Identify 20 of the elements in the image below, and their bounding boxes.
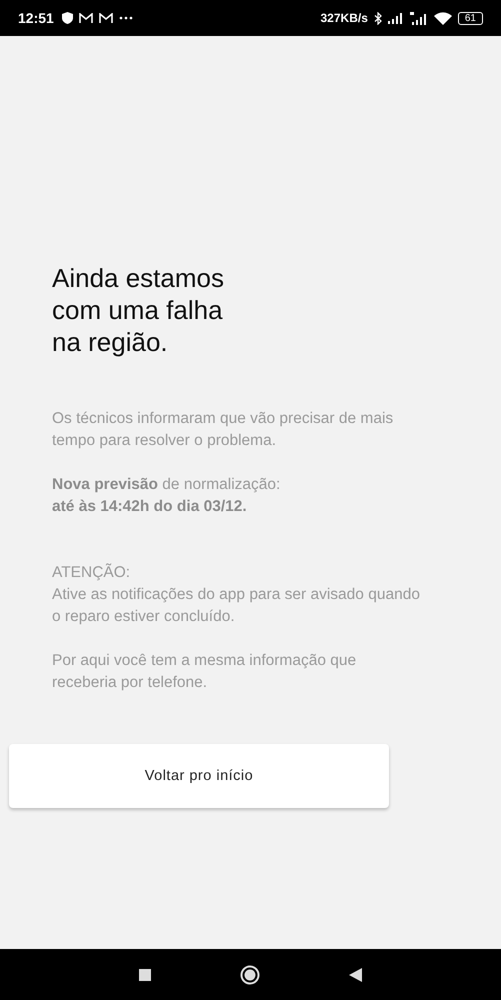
heading: Ainda estamos com uma falha na região. xyxy=(52,262,225,358)
home-icon[interactable] xyxy=(240,964,260,984)
battery-level: 61 xyxy=(458,12,483,24)
network-speed: 327KB/s xyxy=(320,11,368,25)
shield-icon xyxy=(62,12,73,24)
signal-icon xyxy=(410,12,428,24)
more-icon xyxy=(118,16,133,20)
back-icon[interactable] xyxy=(348,968,362,982)
paragraph: Os técnicos informaram que vão precisar de mais tempo para resolver o problema. xyxy=(52,409,394,451)
bluetooth-icon xyxy=(374,12,382,24)
mail-icon xyxy=(78,12,93,24)
paragraph: Por aqui você tem a mesma informação que receberia por telefone. xyxy=(52,651,358,693)
signal-icon xyxy=(388,12,404,24)
wifi-icon xyxy=(434,12,452,24)
mail-icon xyxy=(98,12,113,24)
recents-icon[interactable] xyxy=(139,968,152,980)
status-time: 12:51 xyxy=(18,10,54,26)
notice-text: ATENÇÃO: Ative as notificações do app para ser avisado quando o reparo estiver concluído. xyxy=(52,562,421,627)
paragraph: Nova previsão de normalização: até às 14:42h do dia 03/12. xyxy=(52,475,282,517)
back-button[interactable]: Voltar pro início xyxy=(9,744,389,808)
